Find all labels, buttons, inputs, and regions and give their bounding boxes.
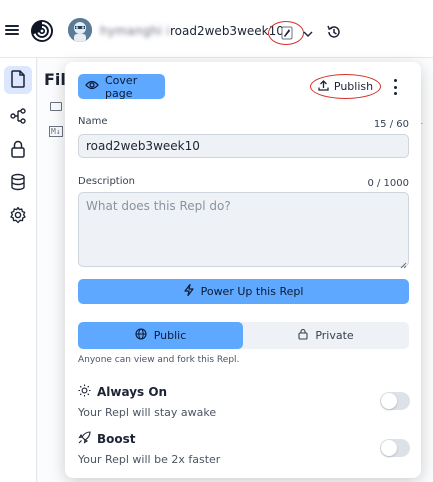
visibility-toggle: Public Private (78, 322, 409, 349)
always-on-title: Always On (78, 384, 167, 400)
power-up-label: Power Up this Repl (200, 285, 304, 298)
private-label: Private (315, 329, 354, 342)
lightning-icon (183, 283, 194, 299)
always-on-toggle[interactable] (380, 392, 410, 410)
always-on-label: Always On (97, 385, 168, 399)
sidebar-item-secrets[interactable] (4, 136, 32, 164)
description-label: Description (78, 176, 135, 187)
power-up-button[interactable]: Power Up this Repl (78, 279, 409, 304)
private-option[interactable]: Private (243, 322, 409, 349)
description-field[interactable] (78, 192, 409, 267)
rocket-icon (78, 431, 91, 447)
replit-logo-icon[interactable] (30, 19, 54, 46)
upload-icon (318, 79, 329, 94)
folder-icon[interactable] (50, 102, 62, 111)
name-label: Name (78, 116, 108, 127)
history-icon[interactable] (326, 24, 342, 43)
top-bar: hymanghi i road2web3week10 (0, 0, 433, 58)
cover-page-button[interactable]: Cover page (78, 73, 165, 100)
sun-icon (78, 384, 91, 400)
boost-toggle[interactable] (380, 439, 410, 457)
markdown-file-icon[interactable]: M↓ (49, 126, 63, 137)
resize-grip-icon[interactable] (400, 258, 407, 272)
left-rail (0, 58, 37, 482)
description-counter: 0 / 1000 (367, 178, 409, 189)
avatar[interactable] (68, 18, 92, 42)
eye-icon (85, 80, 99, 93)
name-field[interactable] (78, 134, 409, 158)
boost-label: Boost (97, 432, 136, 446)
sidebar-item-version-control[interactable] (4, 103, 32, 131)
publish-label: Publish (333, 80, 374, 93)
username[interactable]: hymanghi i (100, 24, 170, 38)
name-counter: 15 / 60 (373, 119, 409, 130)
gear-icon (9, 206, 27, 227)
publish-button[interactable]: Publish (310, 74, 381, 99)
boost-subtitle: Your Repl will be 2x faster (78, 453, 221, 466)
database-icon (10, 173, 26, 194)
boost-title: Boost (78, 431, 136, 447)
chevron-down-icon[interactable] (303, 27, 313, 41)
cover-page-label: Cover page (105, 73, 138, 100)
lock-icon (298, 328, 308, 343)
visibility-note: Anyone can view and fork this Repl. (78, 355, 240, 365)
sidebar-item-database[interactable] (4, 169, 32, 197)
sidebar-item-settings[interactable] (4, 202, 32, 230)
repl-info-popover: Cover page Publish Name 15 / 60 Descript… (65, 62, 421, 478)
git-branch-icon (9, 107, 27, 128)
repl-name[interactable]: road2web3week10 (170, 24, 284, 38)
public-label: Public (153, 329, 187, 342)
hamburger-icon[interactable] (5, 25, 19, 35)
file-icon (10, 69, 26, 91)
public-option[interactable]: Public (78, 322, 243, 349)
more-options-icon[interactable] (392, 79, 398, 95)
always-on-subtitle: Your Repl will stay awake (78, 406, 217, 419)
sidebar-item-files[interactable] (4, 66, 32, 94)
globe-icon (135, 328, 147, 343)
lock-icon (10, 140, 26, 161)
repl-language-icon[interactable] (281, 26, 293, 43)
